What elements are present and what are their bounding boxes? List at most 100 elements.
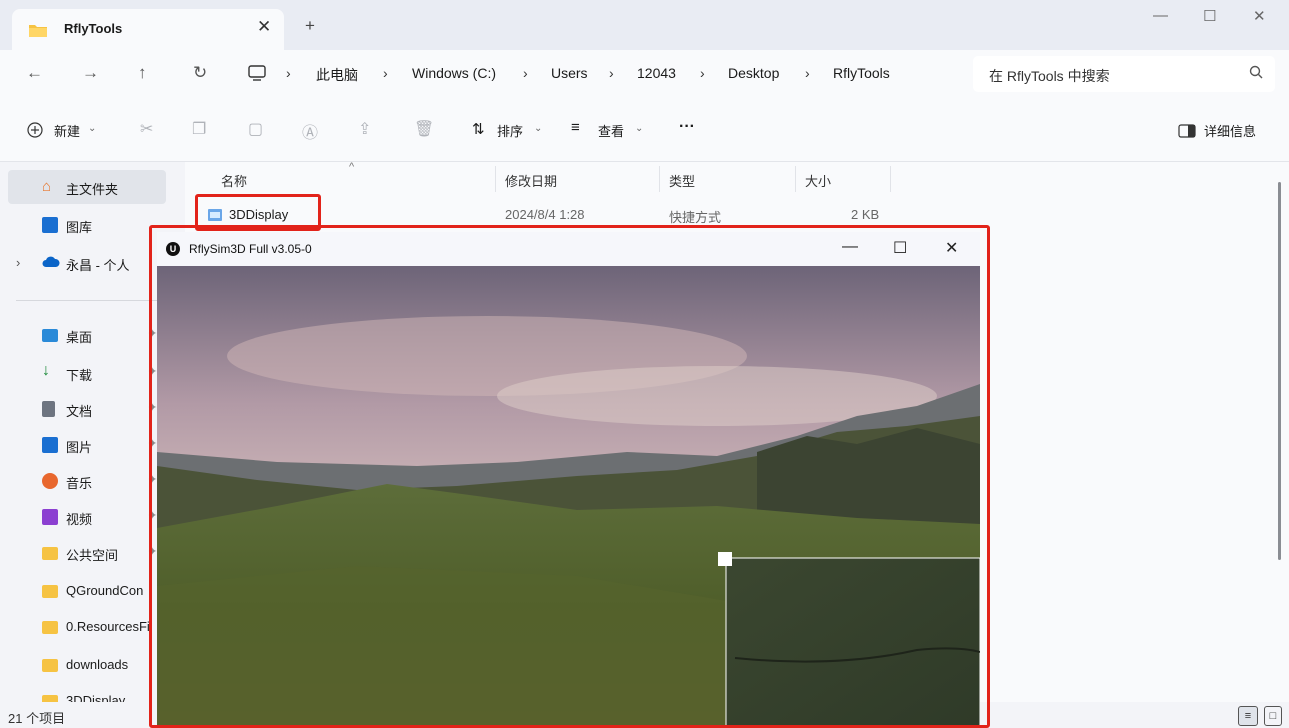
- sidebar-item-public[interactable]: 公共空间 ✦: [8, 536, 166, 570]
- sidebar-item-downloads-folder[interactable]: downloads: [8, 648, 166, 682]
- sidebar-item-music[interactable]: 音乐 ✦: [8, 464, 166, 498]
- command-bar: 新建 ⌄ ✂ ❐ ▢ Ⓐ ⇪ 🗑 ⇅ 排序 ⌄ ≡ 查看 ⌄ ··· 详细信息: [0, 100, 1289, 162]
- music-icon: [42, 473, 58, 489]
- sim-maximize-button[interactable]: ☐: [893, 238, 907, 258]
- column-divider[interactable]: [659, 166, 660, 192]
- sort-ascending-icon: ^: [349, 161, 355, 173]
- close-button[interactable]: ✕: [1253, 7, 1266, 25]
- sim-minimize-button[interactable]: —: [842, 238, 858, 256]
- file-modified: 2024/8/4 1:28: [505, 207, 585, 222]
- address-bar[interactable]: › 此电脑 › Windows (C:) › Users › 12043 › D…: [240, 56, 958, 92]
- maximize-button[interactable]: ☐: [1203, 7, 1216, 25]
- cut-icon[interactable]: ✂: [140, 119, 153, 139]
- sidebar-item-downloads[interactable]: ↓ 下载 ✦: [8, 356, 166, 390]
- vertical-scrollbar[interactable]: [1278, 182, 1281, 560]
- item-count: 21 个项目: [8, 711, 66, 726]
- sidebar-item-label: downloads: [66, 657, 129, 672]
- share-icon[interactable]: ⇪: [358, 119, 371, 139]
- new-tab-button[interactable]: +: [305, 16, 315, 36]
- chevron-right-icon[interactable]: ›: [16, 255, 20, 270]
- copy-icon[interactable]: ❐: [192, 119, 206, 139]
- sim-title-bar[interactable]: U RflySim3D Full v3.05-0 — ☐ ✕: [157, 232, 980, 266]
- navigation-bar: ← → ↑ ↻ › 此电脑 › Windows (C:) › Users › 1…: [0, 50, 1289, 100]
- sim-close-button[interactable]: ✕: [945, 238, 958, 258]
- 3d-scene-viewport[interactable]: [157, 266, 980, 728]
- column-header-name[interactable]: 名称: [221, 171, 247, 190]
- column-header-modified[interactable]: 修改日期: [505, 171, 557, 190]
- rename-icon[interactable]: Ⓐ: [302, 119, 318, 143]
- breadcrumb-user-folder[interactable]: 12043: [637, 65, 676, 81]
- column-header-type[interactable]: 类型: [669, 171, 695, 190]
- breadcrumb-desktop[interactable]: Desktop: [728, 65, 779, 81]
- sidebar-item-onedrive[interactable]: › 永昌 - 个人: [8, 246, 166, 280]
- sort-icon: ⇅: [472, 121, 485, 138]
- forward-icon[interactable]: →: [82, 63, 99, 83]
- sidebar-item-label: 桌面: [66, 330, 93, 345]
- column-divider[interactable]: [890, 166, 891, 192]
- pin-icon: ✦: [148, 546, 158, 558]
- more-options-button[interactable]: ···: [679, 118, 695, 136]
- details-view-button[interactable]: ≡: [1238, 706, 1258, 726]
- sidebar-item-label: QGroundCon: [66, 583, 144, 598]
- plus-circle-icon: [27, 122, 43, 138]
- sidebar-item-label: 视频: [66, 512, 93, 527]
- column-divider[interactable]: [795, 166, 796, 192]
- breadcrumb-rflytools[interactable]: RflyTools: [833, 65, 890, 81]
- search-input[interactable]: 在 RflyTools 中搜索: [973, 56, 1275, 92]
- up-icon[interactable]: ↑: [138, 63, 147, 83]
- sidebar-item-label: 图片: [66, 440, 93, 455]
- unreal-logo-icon: U: [166, 242, 180, 256]
- sidebar-item-label: 0.ResourcesFi: [66, 619, 150, 634]
- sidebar-item-gallery[interactable]: 图库: [8, 208, 166, 242]
- sort-button[interactable]: 排序: [497, 121, 523, 140]
- search-icon: [1249, 65, 1263, 79]
- sidebar-item-label: 文档: [66, 404, 93, 419]
- tiles-view-button[interactable]: □: [1264, 706, 1282, 726]
- column-divider[interactable]: [495, 166, 496, 192]
- pin-icon: ✦: [148, 366, 158, 378]
- sidebar-item-desktop[interactable]: 桌面 ✦: [8, 318, 166, 352]
- search-placeholder: 在 RflyTools 中搜索: [989, 68, 1110, 84]
- download-icon: ↓: [42, 362, 50, 379]
- breadcrumb-this-pc[interactable]: 此电脑: [316, 65, 358, 85]
- breadcrumb-users[interactable]: Users: [551, 65, 588, 81]
- sidebar-divider: [16, 300, 166, 301]
- breadcrumb-separator: ›: [700, 65, 705, 81]
- sidebar-item-resources[interactable]: 0.ResourcesFi: [8, 610, 166, 644]
- sidebar-item-pictures[interactable]: 图片 ✦: [8, 428, 166, 462]
- file-name: 3DDisplay: [229, 207, 289, 222]
- sidebar-item-qgroundcontrol[interactable]: QGroundCon: [8, 574, 166, 608]
- home-icon: ⌂: [42, 178, 52, 195]
- sidebar-item-videos[interactable]: 视频 ✦: [8, 500, 166, 534]
- tab-title: RflyTools: [64, 21, 123, 36]
- desktop-icon: [42, 329, 58, 342]
- sidebar-item-home[interactable]: ⌂ 主文件夹: [8, 170, 166, 204]
- view-button[interactable]: 查看: [598, 121, 624, 140]
- sidebar-item-documents[interactable]: 文档 ✦: [8, 392, 166, 426]
- breadcrumb-c-drive[interactable]: Windows (C:): [412, 65, 496, 81]
- details-pane-icon: [1178, 124, 1196, 138]
- breadcrumb-separator: ›: [523, 65, 528, 81]
- navigation-pane: ⌂ 主文件夹 图库 › 永昌 - 个人 桌面 ✦ ↓ 下载 ✦ 文档 ✦ 图片 …: [0, 162, 176, 702]
- sidebar-item-label: 3DDisplay: [66, 693, 126, 702]
- onedrive-cloud-icon: [42, 255, 60, 271]
- minimize-button[interactable]: —: [1153, 7, 1168, 24]
- gallery-icon: [42, 217, 58, 233]
- pin-icon: ✦: [148, 474, 158, 486]
- column-header-size[interactable]: 大小: [805, 171, 831, 190]
- details-button[interactable]: 详细信息: [1204, 121, 1256, 140]
- videos-icon: [42, 509, 58, 525]
- sidebar-item-3ddisplay[interactable]: 3DDisplay: [8, 684, 166, 702]
- new-button[interactable]: 新建: [54, 121, 80, 140]
- refresh-icon[interactable]: ↻: [193, 63, 207, 83]
- pin-icon: ✦: [148, 510, 158, 522]
- back-icon[interactable]: ←: [26, 63, 43, 83]
- shortcut-app-icon: [208, 209, 222, 221]
- pin-icon: ✦: [148, 402, 158, 414]
- folder-icon: [42, 585, 58, 598]
- delete-icon[interactable]: 🗑: [414, 119, 434, 139]
- tab-rflytools[interactable]: RflyTools ✕: [12, 9, 284, 50]
- pin-icon: ✦: [148, 328, 158, 340]
- paste-icon[interactable]: ▢: [248, 119, 263, 139]
- tab-close-icon[interactable]: ✕: [257, 17, 271, 37]
